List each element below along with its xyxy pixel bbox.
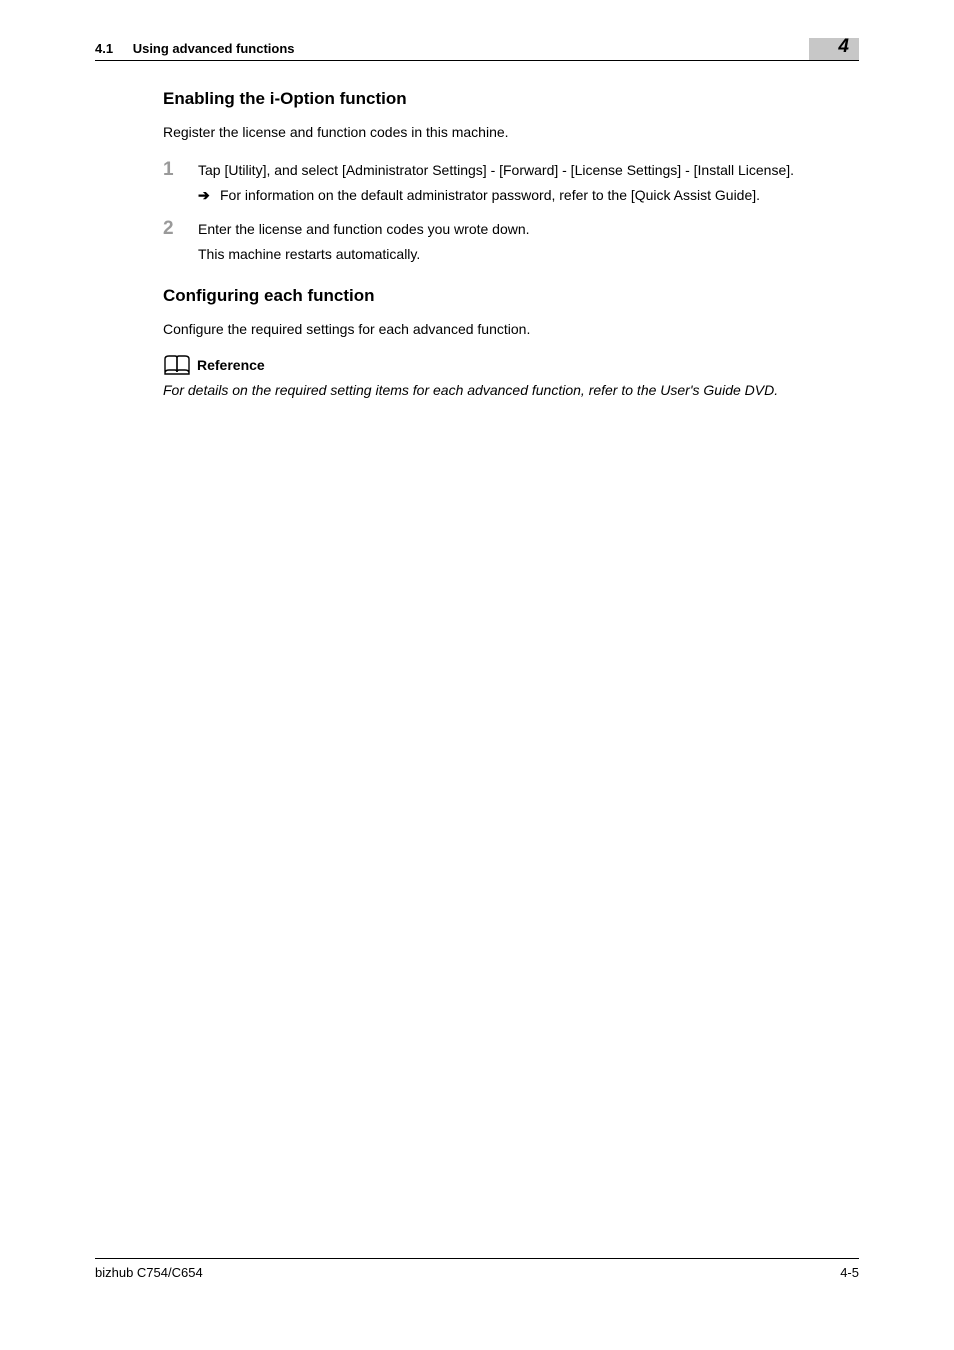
intro-paragraph-2: Configure the required settings for each… [163, 320, 859, 340]
step-2-block: 2 Enter the license and function codes y… [163, 218, 859, 262]
chapter-number: 4 [838, 36, 849, 58]
step-1-sub: ➔ For information on the default adminis… [163, 187, 859, 204]
heading-enabling-ioption: Enabling the i-Option function [163, 89, 859, 109]
heading-configuring: Configuring each function [163, 286, 859, 306]
reference-text: For details on the required setting item… [163, 381, 859, 401]
header-left: 4.1 Using advanced functions [95, 41, 295, 56]
reference-header: Reference [163, 355, 859, 375]
footer-page: 4-5 [840, 1265, 859, 1280]
step-2-number: 2 [163, 218, 198, 240]
step-1-sub-text: For information on the default administr… [220, 187, 760, 203]
step-1-number: 1 [163, 159, 198, 181]
page-content: Enabling the i-Option function Register … [95, 67, 859, 1258]
page-footer: bizhub C754/C654 4-5 [95, 1258, 859, 1280]
step-2-row: 2 Enter the license and function codes y… [163, 218, 859, 240]
chapter-badge: 4 [809, 38, 859, 60]
book-icon [163, 355, 191, 375]
step-1-block: 1 Tap [Utility], and select [Administrat… [163, 159, 859, 204]
section-number: 4.1 [95, 41, 113, 56]
step-2-text: Enter the license and function codes you… [198, 219, 530, 240]
page-container: 4.1 Using advanced functions 4 Enabling … [0, 0, 954, 1350]
arrow-icon: ➔ [198, 187, 220, 204]
footer-model: bizhub C754/C654 [95, 1265, 203, 1280]
intro-paragraph-1: Register the license and function codes … [163, 123, 859, 143]
step-1-row: 1 Tap [Utility], and select [Administrat… [163, 159, 859, 181]
reference-label: Reference [197, 357, 265, 373]
page-header: 4.1 Using advanced functions 4 [95, 38, 859, 61]
section-title: Using advanced functions [133, 41, 295, 56]
step-2-note: This machine restarts automatically. [163, 246, 859, 262]
step-1-text: Tap [Utility], and select [Administrator… [198, 160, 794, 181]
